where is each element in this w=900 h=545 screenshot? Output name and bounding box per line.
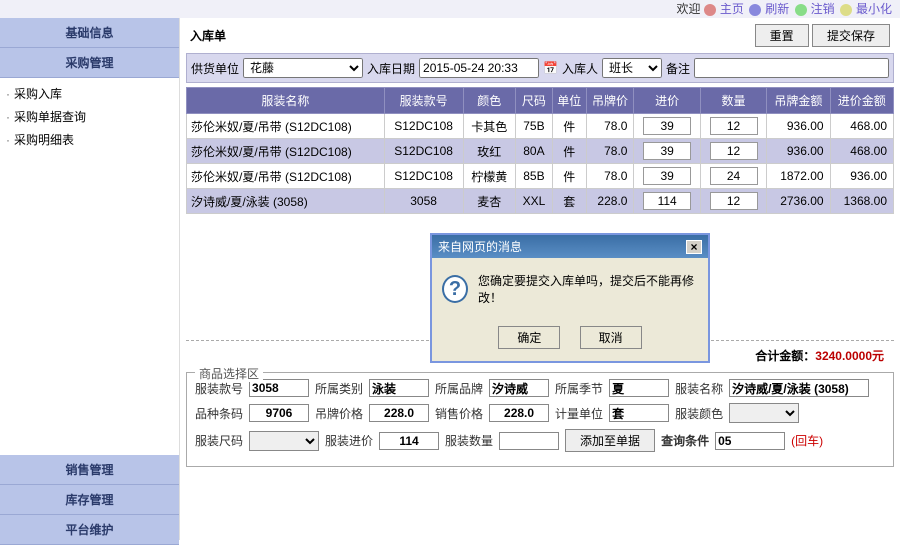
topbar: 欢迎 主页 刷新 注销 最小化 xyxy=(0,0,900,18)
confirm-dialog: 来自网页的消息 × ? 您确定要提交入库单吗，提交后不能再修改！ 确定 取消 xyxy=(430,233,710,363)
link-home[interactable]: 主页 xyxy=(720,2,744,16)
sidebar-section-platform[interactable]: 平台维护 xyxy=(0,515,179,545)
dialog-cancel-button[interactable]: 取消 xyxy=(580,326,642,349)
link-logout[interactable]: 注销 xyxy=(811,2,835,16)
link-refresh[interactable]: 刷新 xyxy=(765,2,789,16)
sidebar-item-purchase-query[interactable]: 采购单据查询 xyxy=(0,105,179,128)
dialog-title: 来自网页的消息 xyxy=(438,238,522,255)
minimize-icon xyxy=(840,4,852,16)
sidebar-section-stock[interactable]: 库存管理 xyxy=(0,485,179,515)
refresh-icon xyxy=(749,4,761,16)
close-icon[interactable]: × xyxy=(686,240,702,254)
question-icon: ? xyxy=(442,275,468,303)
sidebar-item-purchase-detail[interactable]: 采购明细表 xyxy=(0,128,179,151)
sidebar-section-basic[interactable]: 基础信息 xyxy=(0,18,179,48)
dialog-mask: 来自网页的消息 × ? 您确定要提交入库单吗，提交后不能再修改！ 确定 取消 xyxy=(180,18,900,540)
sidebar-item-purchase-in[interactable]: 采购入库 xyxy=(0,82,179,105)
content: 入库单 重置 提交保存 供货单位 花藤 入库日期 📅 入库人 班长 备注 服装名… xyxy=(180,18,900,540)
dialog-message: 您确定要提交入库单吗，提交后不能再修改！ xyxy=(478,272,698,306)
link-minimize[interactable]: 最小化 xyxy=(856,2,892,16)
welcome-text: 欢迎 xyxy=(677,2,701,16)
home-icon xyxy=(704,4,716,16)
sidebar-section-sales[interactable]: 销售管理 xyxy=(0,455,179,485)
dialog-ok-button[interactable]: 确定 xyxy=(498,326,560,349)
logout-icon xyxy=(795,4,807,16)
sidebar: 基础信息 采购管理 采购入库 采购单据查询 采购明细表 销售管理 库存管理 平台… xyxy=(0,18,180,540)
sidebar-section-purchase[interactable]: 采购管理 xyxy=(0,48,179,78)
